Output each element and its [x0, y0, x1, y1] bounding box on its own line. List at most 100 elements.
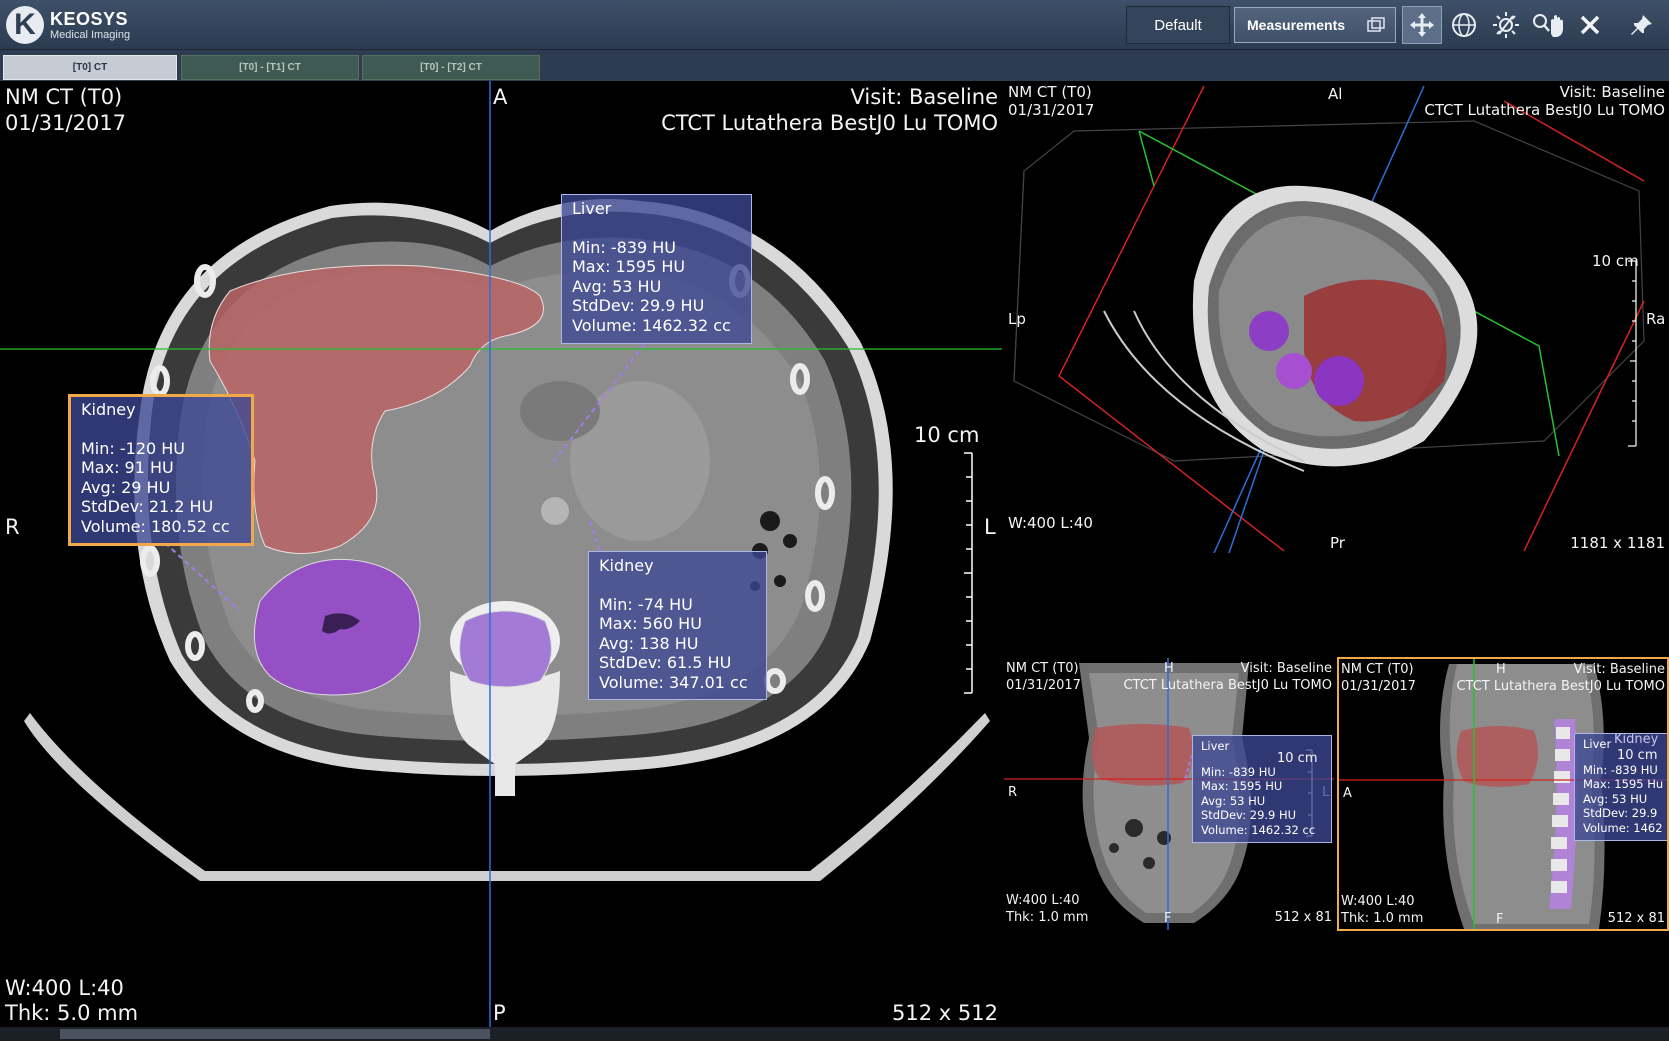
sagittal-series-label: CTCT Lutathera BestJ0 Lu TOMO	[1456, 679, 1665, 694]
coronal-window-level: W:400 L:40	[1006, 893, 1080, 908]
volume-3d-viewport[interactable]: NM CT (T0) 01/31/2017 Visit: Baseline CT…	[1004, 81, 1669, 553]
measurements-button[interactable]: Measurements	[1234, 7, 1396, 43]
threed-window-level: W:400 L:40	[1008, 514, 1093, 532]
pin-icon	[1631, 15, 1652, 35]
annotation-max: Max: 1595 HU	[1201, 779, 1283, 793]
annotation-avg: Avg: 53 HU	[1583, 791, 1648, 806]
axial-study-label: NM CT (T0)	[5, 85, 123, 109]
study-tab-bar: [T0] CT [T0] - [T1] CT [T0] - [T2] CT	[0, 50, 1669, 81]
coronal-orient-left: R	[1008, 785, 1018, 800]
window-level-icon	[1493, 12, 1519, 38]
annotation-min: Min: -120 HU	[81, 438, 186, 458]
scrollbar-thumb[interactable]	[60, 1029, 490, 1039]
annotation-volume: Volume: 1462	[1583, 820, 1663, 835]
annotation-avg: Avg: 53 HU	[1201, 793, 1266, 808]
annotation-title: Kidney	[599, 556, 654, 575]
annotation-volume: Volume: 1462.32 cc	[572, 315, 731, 335]
annotation-stddev: StdDev: 29.9	[1583, 806, 1658, 820]
axial-thickness: Thk: 5.0 mm	[5, 1001, 139, 1025]
axial-orient-bottom: P	[493, 1001, 506, 1025]
axial-orient-top: A	[493, 85, 508, 109]
coronal-visit-label: Visit: Baseline	[1240, 661, 1332, 676]
threed-study-label: NM CT (T0)	[1008, 83, 1092, 101]
axial-scale-label: 10 cm	[914, 423, 980, 447]
crosshair-tool-button[interactable]	[1444, 6, 1484, 44]
window-level-tool-button[interactable]	[1486, 6, 1526, 44]
tab-t0-t2-ct[interactable]: [T0] - [T2] CT	[362, 55, 540, 80]
axial-matrix-size: 512 x 512	[892, 1001, 998, 1025]
threed-date-label: 01/31/2017	[1008, 101, 1095, 119]
coronal-scale-label: 10 cm	[1277, 751, 1318, 766]
annotation-stddev: StdDev: 61.5 HU	[599, 653, 732, 672]
logo-k-icon: K	[6, 6, 44, 44]
axial-date-label: 01/31/2017	[5, 111, 127, 135]
sagittal-study-label: NM CT (T0)	[1341, 662, 1414, 677]
sagittal-orient-top: H	[1496, 662, 1506, 677]
tab-t0-t1-ct[interactable]: [T0] - [T1] CT	[181, 55, 359, 80]
kidney-right-measurement-box[interactable]: Kidney Min: -120 HU Max: 91 HU Avg: 29 H…	[68, 394, 254, 546]
annotation-max: Max: 1595 Hu	[1583, 777, 1664, 791]
logo-name: KEOSYS	[50, 8, 129, 29]
sagittal-orient-left: A	[1343, 786, 1352, 801]
close-button[interactable]	[1570, 6, 1610, 44]
annotation-max: Max: 91 HU	[81, 458, 174, 477]
threed-orient-top: Al	[1328, 85, 1343, 103]
annotation-volume: Volume: 1462.32 cc	[1201, 822, 1316, 837]
annotation-min: Min: -74 HU	[599, 594, 693, 614]
volume-rendering-image	[1013, 85, 1645, 553]
top-toolbar: K KEOSYS Medical Imaging Default Measure…	[0, 0, 1669, 50]
sagittal-thickness: Thk: 1.0 mm	[1341, 911, 1424, 926]
sagittal-visit-label: Visit: Baseline	[1573, 662, 1665, 677]
annotation-min: Min: -839 HU	[572, 237, 677, 257]
sagittal-window-level: W:400 L:40	[1341, 894, 1415, 909]
annotation-min: Min: -839 HU	[1583, 762, 1658, 777]
axial-visit-label: Visit: Baseline	[850, 85, 998, 109]
annotation-title: Kidney	[81, 400, 136, 419]
annotation-volume: Volume: 180.52 cc	[81, 516, 230, 536]
coronal-matrix-size: 512 x 81	[1274, 910, 1332, 925]
sagittal-date-label: 01/31/2017	[1341, 679, 1416, 694]
layout-default-button[interactable]: Default	[1126, 6, 1230, 44]
sagittal-orient-bottom: F	[1496, 912, 1504, 927]
axial-ct-image	[0, 81, 1002, 1027]
coronal-date-label: 01/31/2017	[1006, 678, 1081, 693]
tab-t0-ct[interactable]: [T0] CT	[3, 55, 177, 80]
coronal-orient-top: H	[1164, 661, 1174, 676]
pan-tool-button[interactable]	[1402, 6, 1442, 44]
coronal-series-label: CTCT Lutathera BestJ0 Lu TOMO	[1123, 678, 1332, 693]
logo-subtitle: Medical Imaging	[50, 28, 131, 41]
threed-series-label: CTCT Lutathera BestJ0 Lu TOMO	[1424, 101, 1665, 119]
axial-series-label: CTCT Lutathera BestJ0 Lu TOMO	[661, 111, 998, 135]
keosys-logo: K KEOSYS Medical Imaging	[6, 6, 130, 44]
coronal-thickness: Thk: 1.0 mm	[1006, 910, 1089, 925]
zoom-pan-tool-button[interactable]	[1528, 6, 1568, 44]
annotation-max: Max: 1595 HU	[572, 257, 686, 276]
coronal-orient-bottom: F	[1164, 911, 1172, 926]
threed-orient-right: Ra	[1646, 310, 1666, 328]
close-icon	[1580, 15, 1600, 35]
horizontal-scrollbar[interactable]	[0, 1027, 1669, 1041]
annotation-avg: Avg: 53 HU	[572, 276, 662, 296]
annotation-volume: Volume: 347.01 cc	[599, 672, 748, 692]
threed-scale-label: 10 cm	[1592, 252, 1639, 270]
annotation-max: Max: 560 HU	[599, 614, 702, 633]
axial-viewport[interactable]: NM CT (T0) 01/31/2017 Visit: Baseline CT…	[0, 81, 1002, 1027]
sagittal-scale-label: 10 cm	[1617, 748, 1658, 763]
annotation-avg: Avg: 29 HU	[81, 477, 171, 497]
annotation-stddev: StdDev: 29.9 HU	[1201, 808, 1297, 822]
annotation-avg: Avg: 138 HU	[599, 633, 699, 653]
annotation-stddev: StdDev: 21.2 HU	[81, 497, 214, 516]
liver-measurement-box[interactable]: Liver Min: -839 HU Max: 1595 HU Avg: 53 …	[561, 194, 752, 344]
coronal-viewport[interactable]: NM CT (T0) 01/31/2017 Visit: Baseline CT…	[1004, 658, 1334, 930]
crosshair-globe-icon	[1452, 13, 1476, 37]
annotation-title: Liver	[572, 199, 612, 218]
axial-orient-left: R	[5, 515, 20, 539]
pin-button[interactable]	[1622, 6, 1662, 44]
sagittal-viewport[interactable]: NM CT (T0) 01/31/2017 Visit: Baseline CT…	[1337, 657, 1669, 931]
sagittal-kidney-title: Kidney	[1614, 732, 1659, 747]
kidney-left-measurement-box[interactable]: Kidney Min: -74 HU Max: 560 HU Avg: 138 …	[588, 551, 767, 700]
measurements-label: Measurements	[1247, 17, 1346, 33]
annotation-stddev: StdDev: 29.9 HU	[572, 296, 705, 315]
axial-window-level: W:400 L:40	[5, 976, 124, 1000]
window-restore-icon	[1367, 17, 1385, 32]
